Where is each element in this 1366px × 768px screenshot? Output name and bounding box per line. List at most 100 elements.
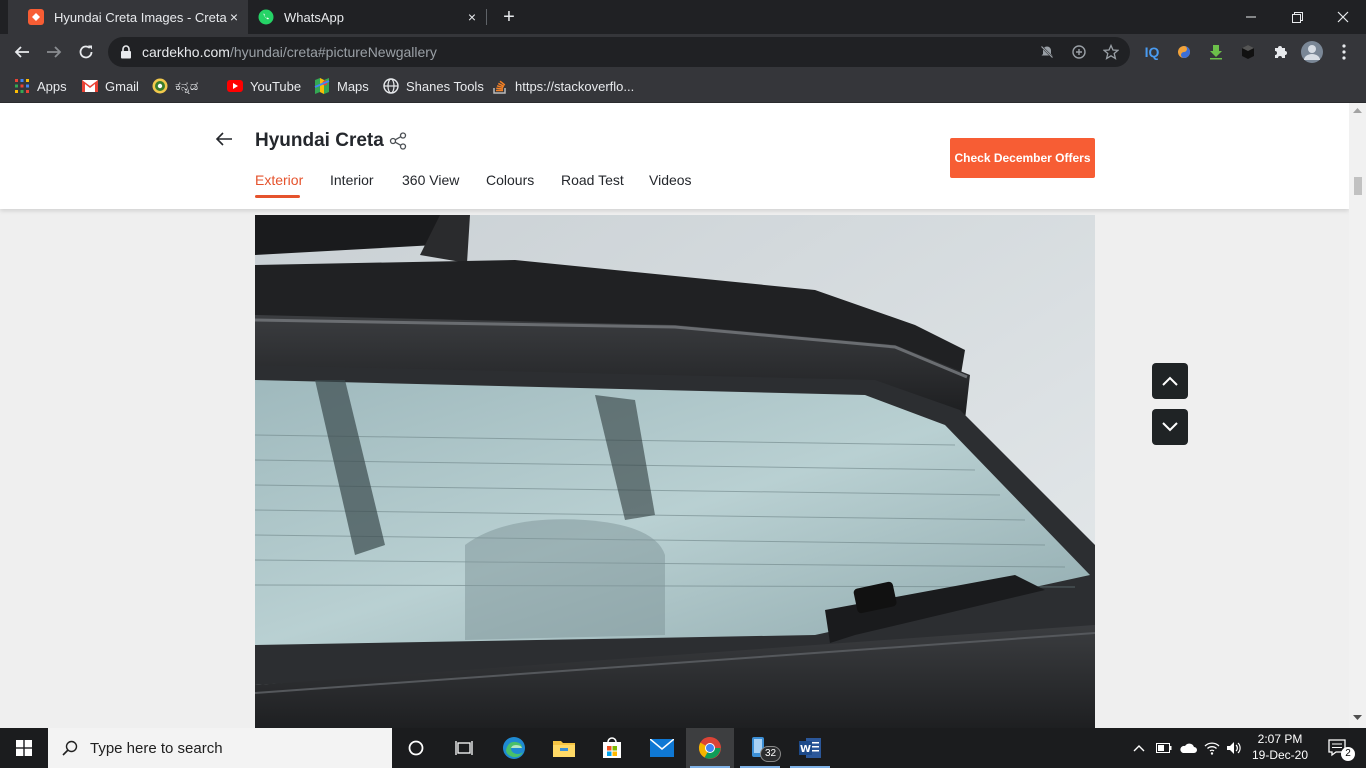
tab-divider [486,9,487,25]
notifications-blocked-icon[interactable] [1040,45,1054,59]
tab-title: Hyundai Creta Images - Creta Interior & … [54,9,228,25]
address-bar[interactable]: cardekho.com/hyundai/creta#pictureNewgal… [108,37,1130,67]
new-tab-button[interactable]: + [494,0,524,34]
back-arrow-icon[interactable] [214,129,234,149]
browser-menu-icon[interactable] [1330,38,1358,66]
bookmark-shanes-tools[interactable]: Shanes Tools [383,77,484,95]
microsoft-store-taskbar-icon[interactable] [588,728,636,768]
task-view-icon [455,741,473,755]
download-extension-icon[interactable] [1202,38,1230,66]
svg-text:W: W [800,744,811,755]
tab-whatsapp[interactable]: WhatsApp × [248,0,488,34]
volume-icon[interactable] [1223,728,1245,768]
bookmark-label: Shanes Tools [406,78,484,94]
cortana-circle-icon [408,740,424,756]
taskbar-clock[interactable]: 2:07 PM 19-Dec-20 [1248,731,1312,763]
back-button[interactable] [8,38,36,66]
youtube-icon [227,78,243,94]
extension-swirl-icon[interactable] [1170,38,1198,66]
phone-app-taskbar-icon[interactable]: 32 [736,728,784,768]
scrollbar-thumb[interactable] [1354,177,1362,195]
bookmark-label: Maps [337,78,369,94]
file-explorer-taskbar-icon[interactable] [540,728,588,768]
apps-grid-icon [14,78,30,94]
stackoverflow-icon [492,78,508,94]
scroll-up-icon [1353,108,1362,113]
gmail-icon [82,78,98,94]
tab-title: WhatsApp [284,9,344,25]
search-icon [62,740,78,756]
url-text: cardekho.com/hyundai/creta#pictureNewgal… [142,44,437,60]
wifi-icon[interactable] [1201,728,1223,768]
notification-badge: 32 [760,746,782,762]
start-button[interactable] [0,728,48,768]
iq-extension-icon[interactable]: IQ [1138,38,1166,66]
windows-logo-icon [16,740,32,756]
cube-extension-icon[interactable] [1234,38,1262,66]
show-hidden-icons-button[interactable] [1128,728,1150,768]
cortana-button[interactable] [392,728,440,768]
back-arrow-icon [14,46,29,58]
bookmark-stackoverflow[interactable]: https://stackoverflo... [492,77,634,95]
page-scrollbar[interactable] [1349,103,1366,728]
mail-taskbar-icon[interactable] [638,728,686,768]
tab-road-test[interactable]: Road Test [561,172,624,188]
bookmarks-bar: Apps Gmail ಕನ್ನಡ YouTube Maps Shanes Too… [0,70,1366,103]
notification-count-badge: 2 [1341,747,1355,761]
clock-date: 19-Dec-20 [1251,748,1309,762]
tab-close-icon[interactable]: × [464,9,480,25]
maps-icon [314,78,330,94]
active-tab-indicator [255,195,300,198]
restore-button[interactable] [1274,0,1320,34]
chrome-taskbar-icon[interactable] [686,728,734,768]
chevron-up-icon [1133,745,1145,752]
onedrive-cloud-icon[interactable] [1177,728,1199,768]
next-image-button[interactable] [1152,409,1188,445]
extensions-puzzle-icon[interactable] [1266,38,1294,66]
gallery-photo[interactable] [255,215,1095,728]
previous-image-button[interactable] [1152,363,1188,399]
bookmark-kannada[interactable]: ಕನ್ನಡ [152,77,198,95]
bookmark-label: YouTube [250,78,302,94]
lock-icon [121,45,131,59]
bookmark-apps[interactable]: Apps [14,77,67,95]
kannada-site-icon [152,78,168,94]
cardekho-favicon-icon [28,9,44,25]
search-placeholder: Type here to search [90,739,223,757]
reload-icon [79,45,93,59]
action-center-button[interactable]: 2 [1318,728,1358,768]
bookmark-youtube[interactable]: YouTube [227,77,301,95]
tab-exterior[interactable]: Exterior [255,172,303,188]
scroll-down-icon [1353,715,1362,720]
check-offers-button[interactable]: Check December Offers [950,138,1095,178]
tab-videos[interactable]: Videos [649,172,692,188]
minimize-button[interactable] [1228,0,1274,34]
clock-time: 2:07 PM [1257,732,1303,746]
share-icon[interactable] [389,132,407,150]
car-rear-windshield-image [255,215,1095,728]
bookmark-gmail[interactable]: Gmail [82,77,139,95]
bookmark-maps[interactable]: Maps [314,77,369,95]
forward-button[interactable] [40,38,68,66]
bookmark-star-icon[interactable] [1103,44,1119,60]
tab-360-view[interactable]: 360 View [402,172,459,188]
chevron-up-icon [1162,376,1178,386]
tab-cardekho[interactable]: Hyundai Creta Images - Creta Interior & … [8,0,248,34]
reload-button[interactable] [72,38,100,66]
browser-tab-strip: Hyundai Creta Images - Creta Interior & … [0,0,1366,34]
tab-colours[interactable]: Colours [486,172,534,188]
edge-taskbar-icon[interactable] [490,728,538,768]
profile-avatar[interactable] [1298,38,1326,66]
taskbar-search-box[interactable]: Type here to search [48,728,392,768]
gallery-header: Hyundai Creta Exterior Interior 360 View… [0,103,1349,209]
whatsapp-favicon-icon [258,9,274,25]
tab-close-icon[interactable]: × [226,9,242,25]
tab-interior[interactable]: Interior [330,172,374,188]
close-window-button[interactable] [1320,0,1366,34]
word-taskbar-icon[interactable]: W [786,728,834,768]
battery-icon[interactable] [1153,728,1175,768]
task-view-button[interactable] [440,728,488,768]
bookmark-label: ಕನ್ನಡ [175,78,199,93]
browser-toolbar: cardekho.com/hyundai/creta#pictureNewgal… [0,34,1366,70]
add-app-icon[interactable] [1072,45,1086,59]
